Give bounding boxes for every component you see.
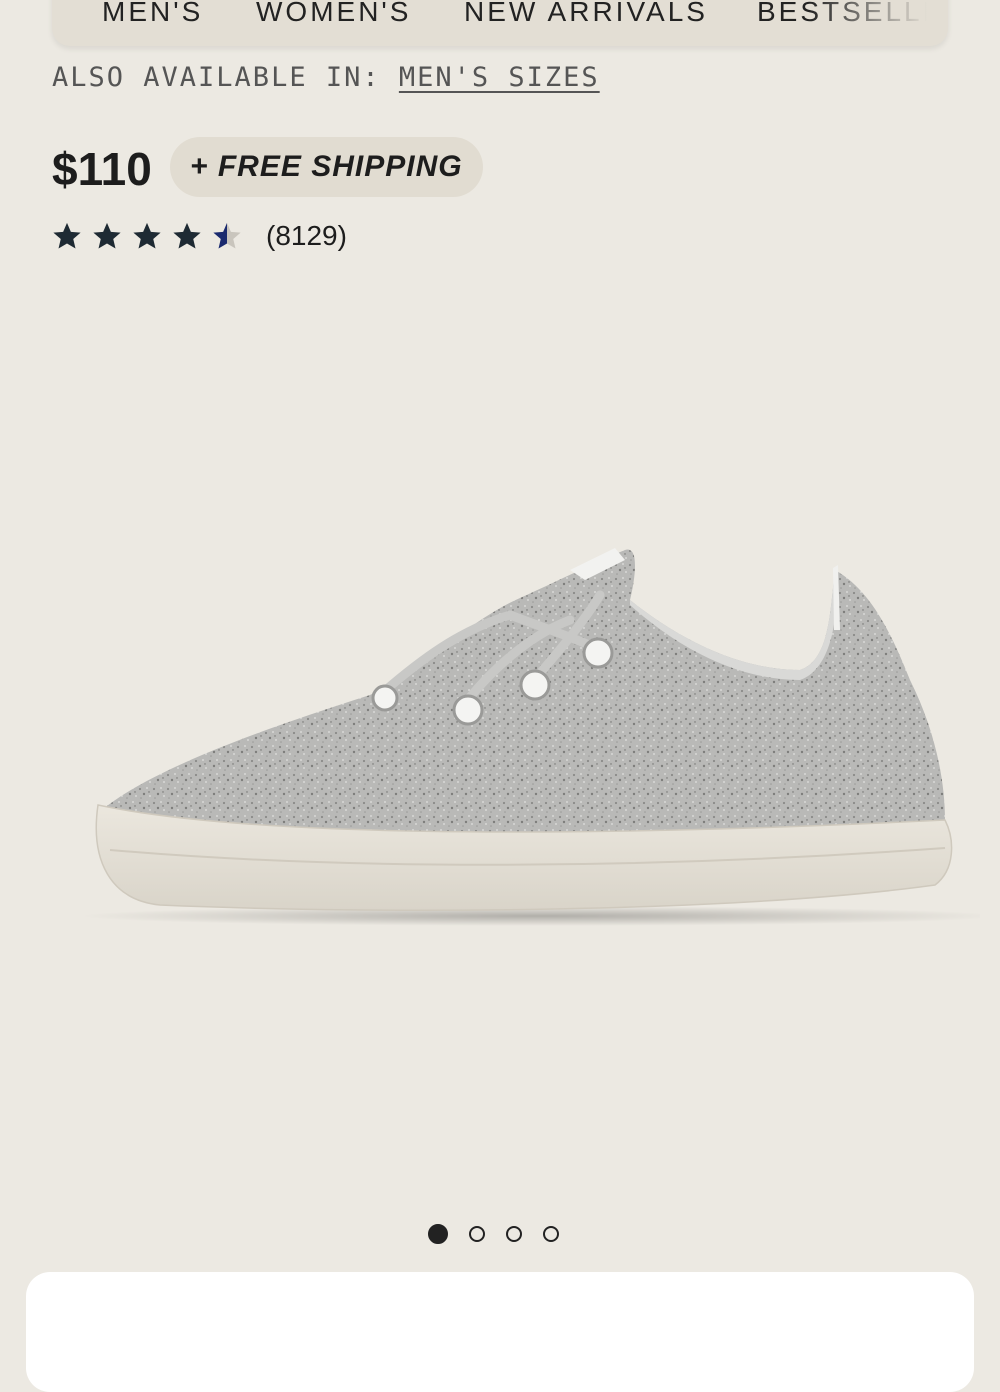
nav-item-mens[interactable]: MEN'S bbox=[102, 0, 203, 28]
star-full-icon bbox=[173, 222, 201, 249]
product-rating[interactable]: (8129) bbox=[52, 220, 347, 252]
star-half-icon bbox=[213, 222, 241, 249]
free-shipping-badge: + FREE SHIPPING bbox=[170, 137, 483, 197]
shoe-icon[interactable] bbox=[40, 520, 980, 950]
star-full-icon bbox=[53, 222, 81, 249]
nav-scroll-fade bbox=[808, 0, 948, 46]
star-full-icon bbox=[133, 222, 161, 249]
star-full-icon bbox=[93, 222, 121, 249]
also-available-label: ALSO AVAILABLE IN: bbox=[52, 62, 381, 93]
nav-item-womens[interactable]: WOMEN'S bbox=[256, 0, 411, 28]
product-price: $110 bbox=[52, 143, 152, 195]
nav-item-new-arrivals[interactable]: NEW ARRIVALS bbox=[464, 0, 708, 28]
mens-sizes-link[interactable]: MEN'S SIZES bbox=[399, 62, 600, 93]
carousel-dot-1[interactable] bbox=[428, 1224, 448, 1244]
carousel-dot-4[interactable] bbox=[543, 1226, 559, 1242]
review-count[interactable]: (8129) bbox=[266, 220, 347, 252]
carousel-dot-3[interactable] bbox=[506, 1226, 522, 1242]
also-available-row: ALSO AVAILABLE IN: MEN'S SIZES bbox=[52, 62, 600, 93]
carousel-dot-2[interactable] bbox=[469, 1226, 485, 1242]
rating-stars bbox=[52, 221, 252, 251]
carousel-pagination bbox=[428, 1224, 559, 1244]
category-nav: MEN'S WOMEN'S NEW ARRIVALS BESTSELLERS bbox=[52, 0, 948, 46]
product-info-card bbox=[26, 1272, 974, 1392]
